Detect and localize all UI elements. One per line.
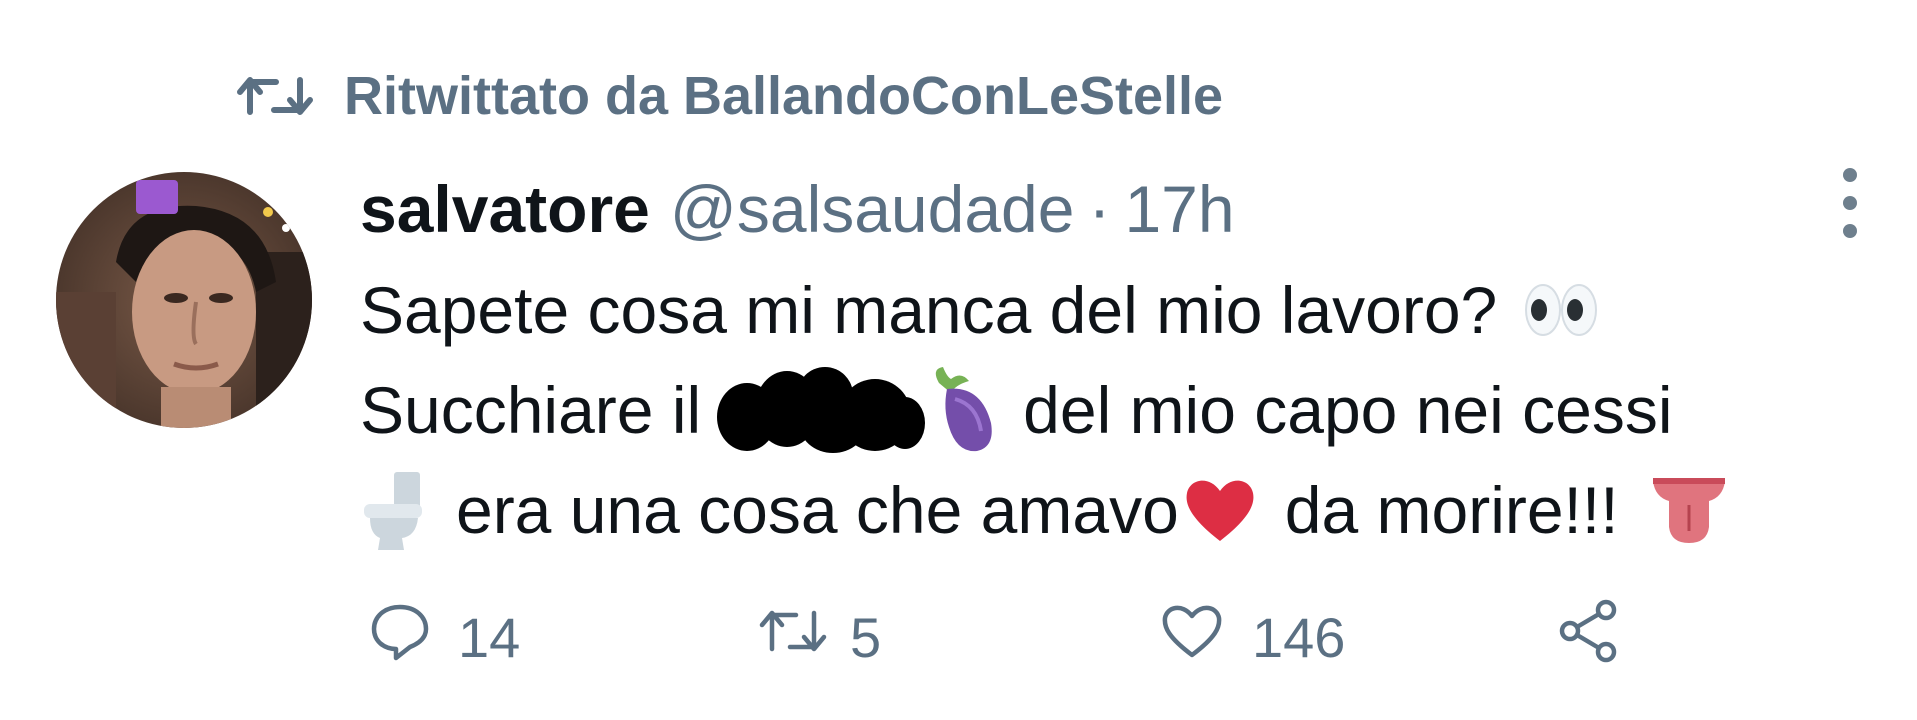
black-scribble-redaction bbox=[715, 365, 926, 455]
reply-button[interactable]: 14 bbox=[370, 592, 520, 682]
tweet-text-segment: da morire!!! bbox=[1284, 473, 1619, 547]
tweet-line-2: Succhiare il del mio capo nei cessi bbox=[360, 360, 1880, 460]
red-heart-emoji bbox=[1183, 475, 1257, 545]
eyes-emoji bbox=[1521, 280, 1601, 340]
display-name[interactable]: salvatore bbox=[360, 171, 650, 247]
retweet-icon bbox=[758, 605, 828, 670]
more-vertical-icon[interactable] bbox=[1830, 168, 1870, 238]
like-count: 146 bbox=[1252, 605, 1346, 669]
eggplant-emoji bbox=[921, 365, 997, 455]
like-button[interactable]: 146 bbox=[1160, 592, 1345, 682]
reply-icon bbox=[370, 601, 430, 674]
heart-icon bbox=[1160, 601, 1224, 674]
tweet-line-1: Sapete cosa mi manca del mio lavoro? bbox=[360, 260, 1880, 360]
tweet-line-3: era una cosa che amavo da morire!!! bbox=[360, 460, 1880, 560]
tweet-header: salvatore @salsaudade · 17h bbox=[360, 166, 1235, 252]
timestamp[interactable]: 17h bbox=[1124, 171, 1234, 247]
separator-dot: · bbox=[1088, 172, 1111, 246]
share-button[interactable] bbox=[1556, 592, 1622, 682]
tweet-text-segment: Succhiare il bbox=[360, 373, 702, 447]
tweet-text-segment: era una cosa che amavo bbox=[456, 473, 1179, 547]
share-icon bbox=[1556, 598, 1622, 677]
user-handle[interactable]: @salsaudade bbox=[670, 171, 1075, 247]
tongue-emoji bbox=[1649, 475, 1729, 545]
retweet-banner[interactable]: Ritwittato da BallandoConLeStelle bbox=[236, 62, 1223, 130]
tweet-card[interactable]: Ritwittato da BallandoConLeStelle salvat… bbox=[0, 0, 1917, 720]
retweet-by-label[interactable]: Ritwittato da BallandoConLeStelle bbox=[344, 65, 1223, 127]
reply-count: 14 bbox=[458, 605, 521, 669]
avatar[interactable] bbox=[56, 172, 312, 428]
toilet-emoji bbox=[360, 468, 426, 552]
retweet-button[interactable]: 5 bbox=[758, 592, 881, 682]
tweet-text-segment: Sapete cosa mi manca del mio lavoro? bbox=[360, 273, 1498, 347]
retweet-icon bbox=[236, 72, 314, 120]
tweet-text-segment: del mio capo nei cessi bbox=[1023, 373, 1673, 447]
tweet-actions: 14 5 146 bbox=[360, 592, 1660, 682]
tweet-text: Sapete cosa mi manca del mio lavoro? Suc… bbox=[360, 260, 1880, 560]
retweet-count: 5 bbox=[850, 605, 882, 669]
